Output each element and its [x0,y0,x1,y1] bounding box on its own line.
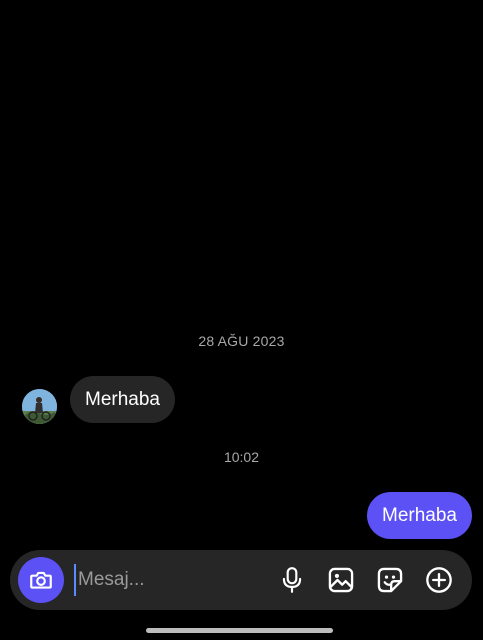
microphone-icon [282,567,302,593]
date-divider: 28 AĞU 2023 [198,333,285,349]
gallery-icon [328,567,354,593]
camera-icon [30,571,52,589]
plus-circle-icon [426,567,452,593]
home-indicator[interactable] [146,628,333,633]
camera-button[interactable] [18,557,64,603]
avatar-photo [22,389,57,424]
time-divider: 10:02 [223,449,260,465]
contact-avatar[interactable] [22,389,57,424]
voice-message-button[interactable] [277,565,307,595]
sticker-icon [377,567,403,593]
add-attachment-button[interactable] [424,565,454,595]
message-input[interactable] [74,564,268,596]
chat-thread: 28 AĞU 2023 Merhaba 10:02 Merhaba [0,0,483,548]
message-composer [10,550,472,610]
sticker-button[interactable] [375,565,405,595]
outgoing-message-bubble[interactable]: Merhaba [367,492,472,539]
gallery-button[interactable] [326,565,356,595]
incoming-message-bubble[interactable]: Merhaba [70,376,175,423]
